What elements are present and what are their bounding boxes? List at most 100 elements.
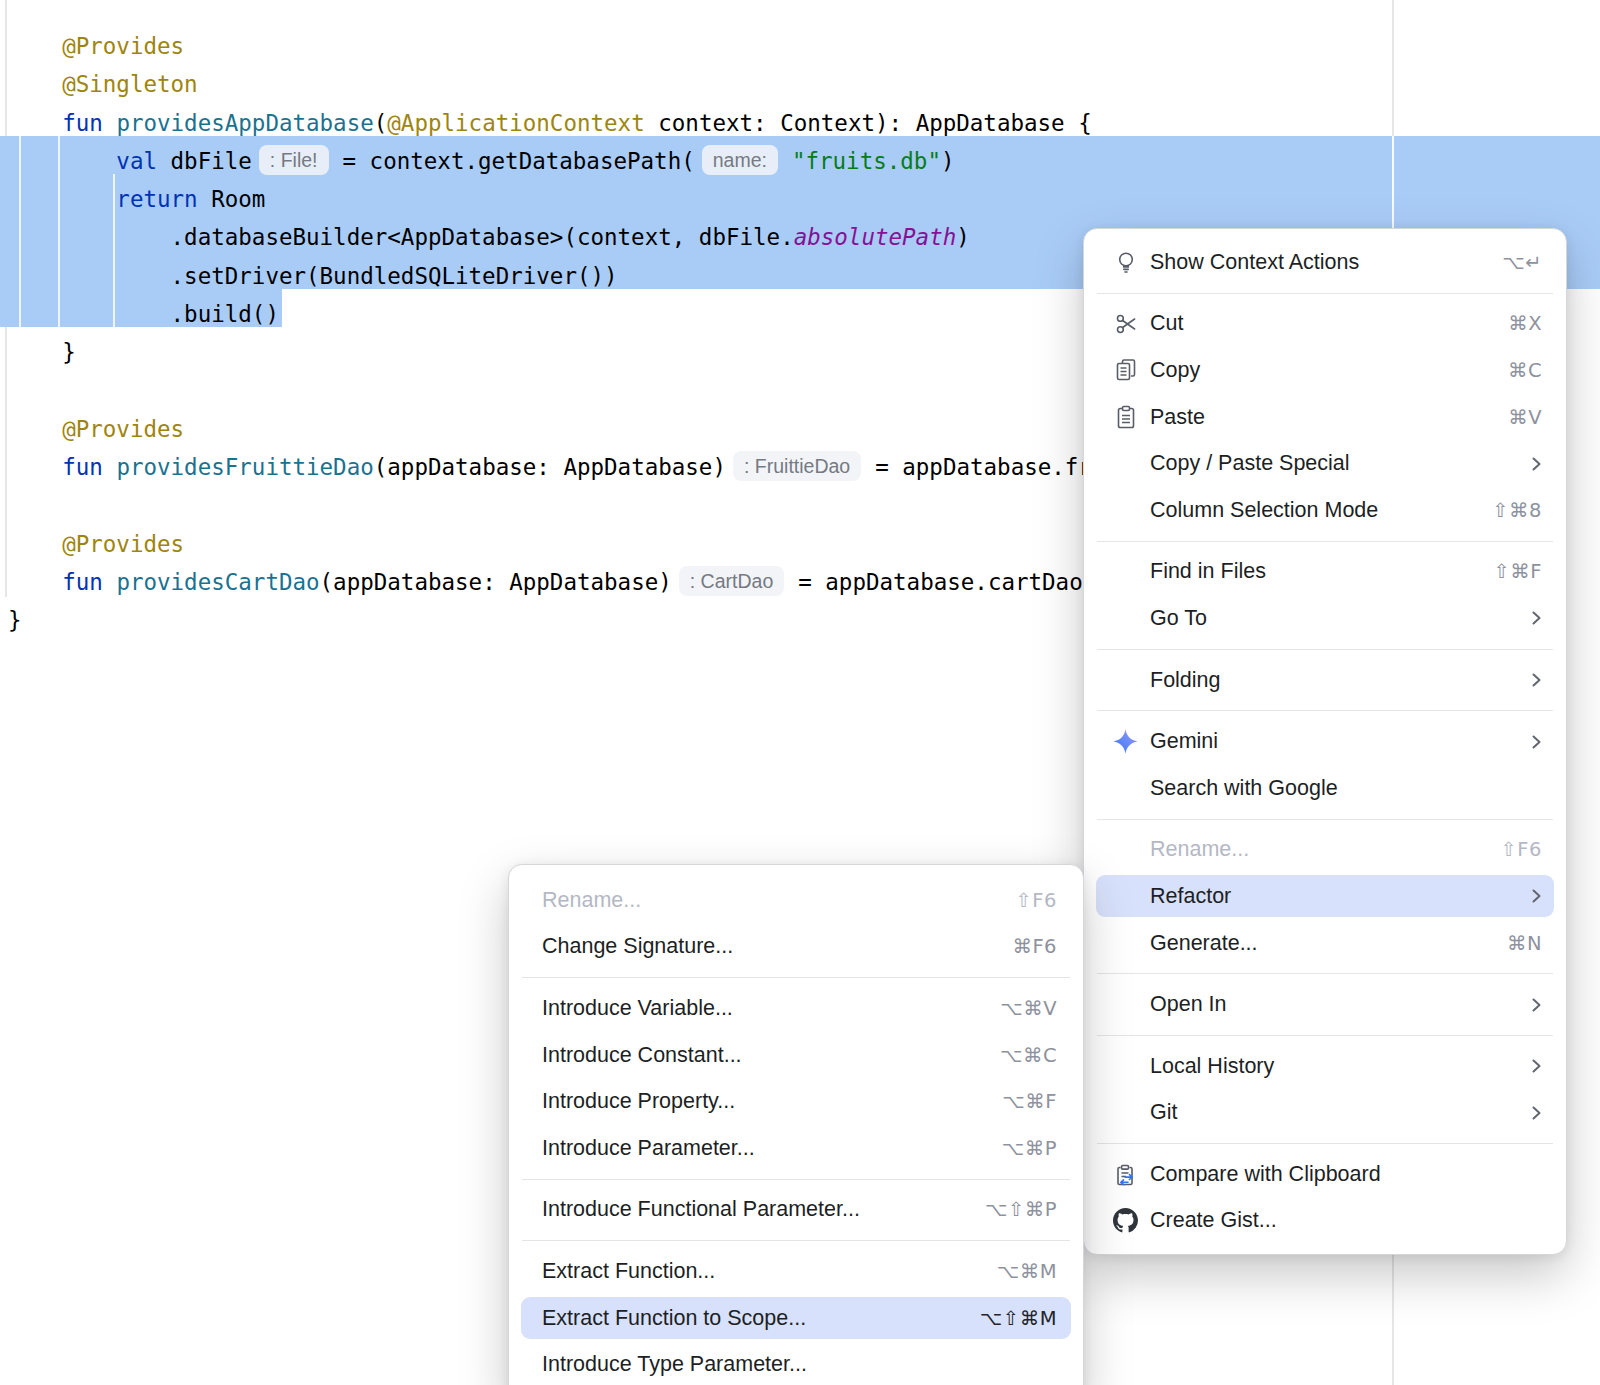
menu-item-change-signature[interactable]: Change Signature...⌘F6 — [509, 924, 1083, 971]
menu-item-introduce-parameter[interactable]: Introduce Parameter...⌥⌘P — [509, 1125, 1083, 1172]
menu-item-label: Copy / Paste Special — [1150, 451, 1350, 476]
indent-guide-lower — [5, 327, 7, 597]
menu-item-rename: Rename...⇧F6 — [509, 877, 1083, 924]
submenu-chevron-icon — [1531, 671, 1542, 689]
menu-item-cut[interactable]: Cut⌘X — [1084, 301, 1566, 348]
menu-item-label: Introduce Property... — [542, 1089, 735, 1114]
menu-item-open-in[interactable]: Open In — [1084, 981, 1566, 1028]
submenu-chevron-icon — [1531, 455, 1542, 473]
menu-item-label: Paste — [1150, 405, 1205, 430]
menu-item-label: Introduce Constant... — [542, 1043, 742, 1068]
code-line[interactable]: fun providesCartDao(appDatabase: AppData… — [8, 563, 1241, 601]
submenu-chevron-icon — [1531, 1104, 1542, 1122]
menu-item-introduce-functional-parameter[interactable]: Introduce Functional Parameter... ⌥⇧⌘P — [509, 1187, 1083, 1234]
code-token: @ApplicationContext — [387, 110, 644, 136]
menu-item-label: Generate... — [1150, 931, 1258, 956]
menu-item-go-to[interactable]: Go To — [1084, 595, 1566, 642]
code-token: = context.getDatabasePath( — [343, 148, 695, 174]
menu-item-introduce-variable[interactable]: Introduce Variable...⌥⌘V — [509, 985, 1083, 1032]
code-token: Room — [198, 186, 266, 212]
menu-item-label: Change Signature... — [542, 934, 733, 959]
menu-item-search-with-google[interactable]: Search with Google — [1084, 765, 1566, 812]
submenu-chevron-icon — [1531, 609, 1542, 627]
code-line[interactable]: @Singleton — [8, 65, 1241, 103]
code-token: .databaseBuilder<AppDatabase>(context, d… — [8, 224, 794, 250]
menu-item-label: Local History — [1150, 1054, 1274, 1079]
menu-item-shortcut: ⌘C — [1508, 359, 1542, 382]
menu-item-refactor[interactable]: Refactor — [1084, 873, 1566, 920]
code-editor[interactable]: @Provides @Singleton fun providesAppData… — [8, 27, 1241, 640]
code-token: @Provides — [8, 531, 184, 557]
code-line[interactable]: .databaseBuilder<AppDatabase>(context, d… — [8, 218, 1241, 256]
code-line[interactable]: fun providesFruittieDao(appDatabase: App… — [8, 448, 1241, 486]
code-token: context: Context): AppDatabase { — [645, 110, 1092, 136]
icon-placeholder — [1112, 605, 1139, 632]
icon-placeholder — [1112, 667, 1139, 694]
menu-item-create-gist[interactable]: Create Gist... — [1084, 1198, 1566, 1245]
menu-item-local-history[interactable]: Local History — [1084, 1043, 1566, 1090]
submenu-chevron-icon — [1531, 1057, 1542, 1075]
code-line[interactable]: .setDriver(BundledSQLiteDriver()) — [8, 257, 1241, 295]
code-token: fun — [8, 569, 103, 595]
code-line[interactable]: @Provides — [8, 525, 1241, 563]
code-token: fun — [8, 110, 103, 136]
code-line[interactable]: .build() — [8, 295, 1241, 333]
menu-item-shortcut: ⇧⌘F — [1493, 560, 1542, 583]
menu-item-shortcut: ⌥⇧⌘M — [980, 1307, 1057, 1330]
menu-item-label: Show Context Actions — [1150, 250, 1359, 275]
compare-clipboard-icon — [1112, 1161, 1139, 1188]
submenu-chevron-icon — [1531, 996, 1542, 1014]
menu-item-introduce-constant[interactable]: Introduce Constant...⌥⌘C — [509, 1032, 1083, 1079]
menu-separator — [509, 1233, 1083, 1248]
code-line[interactable]: } — [8, 601, 1241, 639]
menu-item-compare-with-clipboard[interactable]: Compare with Clipboard — [1084, 1151, 1566, 1198]
code-line[interactable]: } — [8, 333, 1241, 371]
code-token: absolutePath — [794, 224, 957, 250]
menu-item-label: Column Selection Mode — [1150, 498, 1378, 523]
menu-item-shortcut: ⌥⇧⌘P — [985, 1198, 1057, 1221]
menu-separator — [1084, 703, 1566, 718]
code-token: ) — [941, 148, 955, 174]
menu-item-label: Introduce Functional Parameter... — [542, 1197, 860, 1222]
submenu-chevron-icon — [1531, 733, 1542, 751]
menu-item-find-in-files[interactable]: Find in Files⇧⌘F — [1084, 549, 1566, 596]
menu-item-label: Git — [1150, 1100, 1177, 1125]
menu-item-label: Rename... — [1150, 837, 1249, 862]
code-token: @Provides — [8, 416, 184, 442]
menu-item-copy-paste-special[interactable]: Copy / Paste Special — [1084, 440, 1566, 487]
editor-screen: @Provides @Singleton fun providesAppData… — [0, 0, 1600, 1385]
menu-item-shortcut: ⌥⌘P — [1002, 1137, 1057, 1160]
code-token: (appDatabase: AppDatabase) — [320, 569, 672, 595]
menu-item-shortcut: ⌥⌘V — [1000, 997, 1057, 1020]
code-line[interactable]: val dbFile: File!= context.getDatabasePa… — [8, 142, 1241, 180]
code-line[interactable]: @Provides — [8, 27, 1241, 65]
menu-item-extract-function[interactable]: Extract Function...⌥⌘M — [509, 1248, 1083, 1295]
code-line[interactable] — [8, 487, 1241, 525]
menu-item-extract-function-to-scope[interactable]: Extract Function to Scope...⌥⇧⌘M — [509, 1295, 1083, 1342]
menu-item-copy[interactable]: Copy⌘C — [1084, 347, 1566, 394]
icon-placeholder — [1112, 836, 1139, 863]
menu-item-label: Go To — [1150, 606, 1207, 631]
code-token — [103, 569, 117, 595]
icon-placeholder — [1112, 1099, 1139, 1126]
icon-placeholder — [1112, 1053, 1139, 1080]
menu-item-label: Gemini — [1150, 729, 1218, 754]
code-line[interactable] — [8, 372, 1241, 410]
code-line[interactable]: return Room — [8, 180, 1241, 218]
menu-item-introduce-property[interactable]: Introduce Property...⌥⌘F — [509, 1078, 1083, 1125]
menu-item-column-selection-mode[interactable]: Column Selection Mode⇧⌘8 — [1084, 487, 1566, 534]
menu-item-shortcut: ⌘V — [1508, 406, 1542, 429]
code-line[interactable]: fun providesAppDatabase(@ApplicationCont… — [8, 104, 1241, 142]
menu-item-paste[interactable]: Paste ⌘V — [1084, 394, 1566, 441]
code-line[interactable]: @Provides — [8, 410, 1241, 448]
menu-item-generate[interactable]: Generate...⌘N — [1084, 920, 1566, 967]
menu-item-gemini[interactable]: Gemini — [1084, 718, 1566, 765]
submenu-chevron-icon — [1531, 887, 1542, 905]
menu-separator — [1084, 1136, 1566, 1151]
code-token — [103, 454, 117, 480]
icon-placeholder — [1112, 775, 1139, 802]
menu-item-git[interactable]: Git — [1084, 1090, 1566, 1137]
menu-item-introduce-type-parameter[interactable]: Introduce Type Parameter... — [509, 1341, 1083, 1385]
menu-item-show-context-actions[interactable]: Show Context Actions⌥↵ — [1084, 239, 1566, 286]
menu-item-folding[interactable]: Folding — [1084, 657, 1566, 704]
